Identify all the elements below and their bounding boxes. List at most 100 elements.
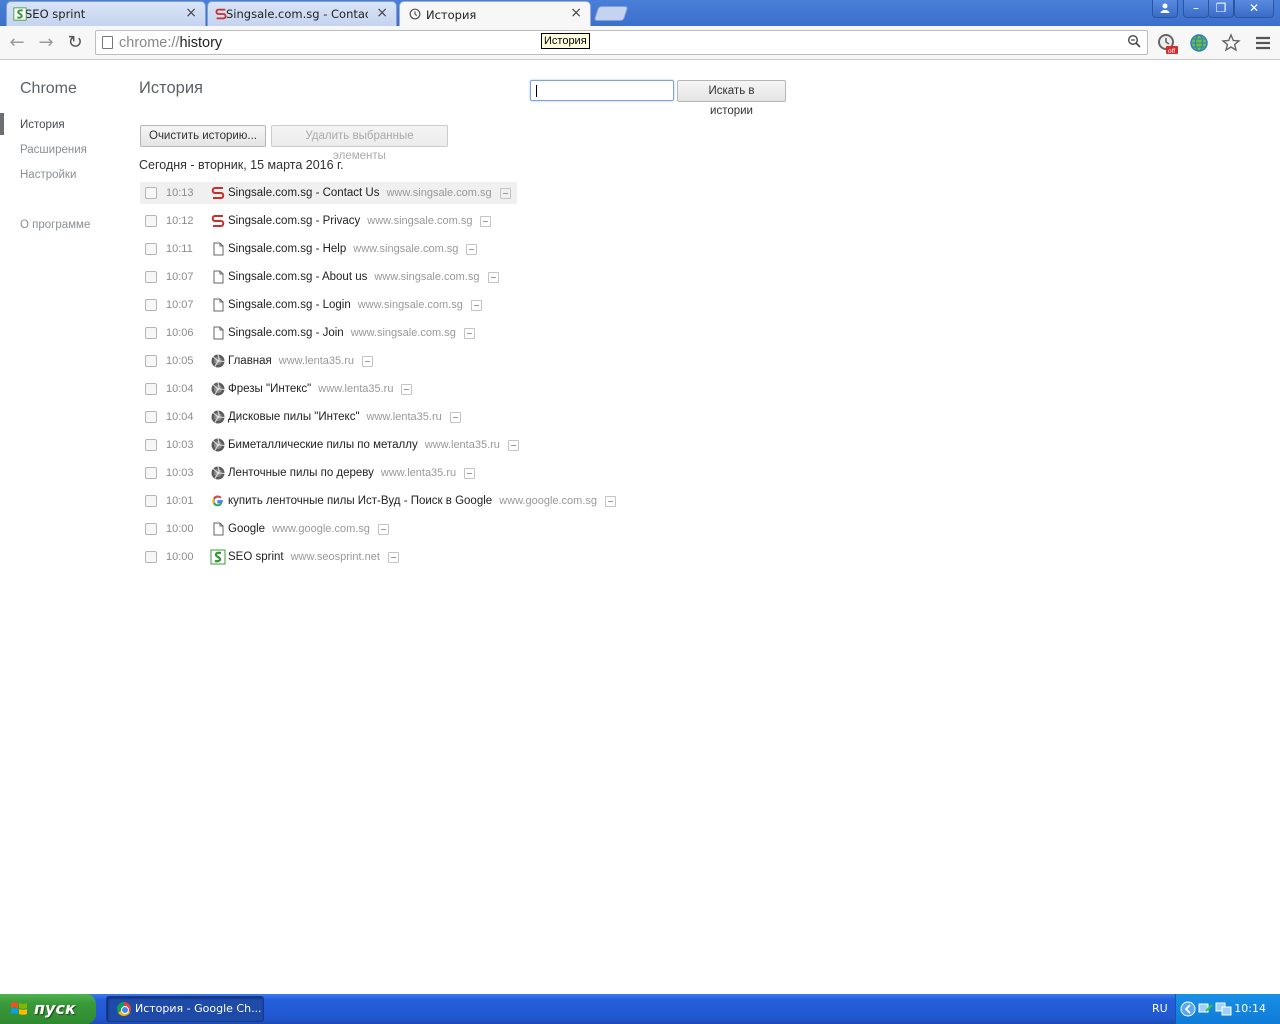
row-checkbox[interactable]	[145, 551, 157, 563]
history-entry-domain: www.singsale.com.sg	[357, 299, 463, 311]
row-checkbox[interactable]	[145, 299, 157, 311]
entry-menu-button[interactable]	[464, 467, 476, 479]
history-row[interactable]: 10:01 купить ленточные пилы Ист-Вуд - Пои…	[140, 490, 617, 512]
row-checkbox[interactable]	[145, 495, 157, 507]
history-entry-link[interactable]: Дисковые пилы "Интекс"	[228, 411, 360, 423]
close-icon[interactable]: ×	[376, 5, 388, 21]
tray-network-icon[interactable]	[1198, 1001, 1234, 1017]
history-entry-link[interactable]: Главная	[228, 355, 272, 367]
row-checkbox[interactable]	[145, 243, 157, 255]
sidebar-item-settings[interactable]: Настройки	[20, 169, 76, 181]
delete-selected-button[interactable]: Удалить выбранные элементы	[271, 125, 448, 162]
history-entry-link[interactable]: Google	[228, 523, 265, 535]
history-entry-link[interactable]: купить ленточные пилы Ист-Вуд - Поиск в …	[228, 495, 492, 507]
back-button[interactable]: ←	[6, 32, 28, 54]
reload-button[interactable]: ↻	[64, 32, 86, 54]
entry-menu-button[interactable]	[507, 439, 519, 451]
profile-icon[interactable]	[1152, 0, 1178, 18]
svg-text:off: off	[1168, 48, 1175, 54]
history-entry-link[interactable]: Singsale.com.sg - Contact Us	[228, 187, 379, 199]
start-label: пуск	[34, 999, 76, 1018]
timer-extension-icon[interactable]: off	[1156, 32, 1178, 54]
history-row[interactable]: 10:11 Singsale.com.sg - Help www.singsale.…	[140, 238, 478, 260]
row-checkbox[interactable]	[145, 523, 157, 535]
entry-menu-button[interactable]	[362, 355, 373, 367]
clear-history-button[interactable]: Очистить историю...	[140, 125, 266, 147]
row-checkbox[interactable]	[145, 439, 157, 451]
history-entry-link[interactable]: Singsale.com.sg - Join	[228, 327, 344, 339]
start-button[interactable]: пуск	[0, 994, 96, 1024]
tray-expand-icon[interactable]	[1180, 1001, 1196, 1017]
tab-history[interactable]: История ×	[399, 1, 591, 27]
sidebar-item-history[interactable]: История	[20, 119, 65, 131]
history-row[interactable]: 10:07 Singsale.com.sg - Login www.singsale…	[140, 294, 482, 316]
entry-menu-button[interactable]	[470, 299, 482, 311]
history-entry-link[interactable]: Singsale.com.sg - Privacy	[228, 215, 360, 227]
entry-menu-button[interactable]	[605, 495, 617, 507]
globe-extension-icon[interactable]	[1188, 32, 1210, 54]
address-bar[interactable]: chrome://history	[95, 30, 1148, 55]
zoom-icon[interactable]	[1127, 34, 1141, 52]
bookmark-star-icon[interactable]	[1220, 32, 1242, 54]
new-tab-button[interactable]	[593, 6, 629, 21]
close-window-button[interactable]: ✕	[1234, 0, 1274, 18]
entry-menu-button[interactable]	[377, 523, 389, 535]
sidebar-item-about[interactable]: О программе	[20, 219, 90, 231]
entry-menu-button[interactable]	[387, 551, 399, 563]
history-row[interactable]: 10:13 Singsale.com.sg - Contact Us www.sin…	[140, 182, 517, 204]
history-row[interactable]: 10:12 Singsale.com.sg - Privacy www.singsa…	[140, 210, 492, 232]
history-entry-link[interactable]: Singsale.com.sg - About us	[228, 271, 367, 283]
visit-time: 10:06	[166, 327, 194, 339]
history-row[interactable]: 10:03 Ленточные пилы по дереву www.lenta35…	[140, 462, 476, 484]
history-entry-link[interactable]: Ленточные пилы по дереву	[228, 467, 374, 479]
history-row[interactable]: 10:04 Фрезы "Интекс" www.lenta35.ru	[140, 378, 413, 400]
minimize-button[interactable]: –	[1183, 0, 1209, 18]
menu-icon[interactable]	[1252, 32, 1274, 54]
sidebar-item-extensions[interactable]: Расширения	[20, 144, 87, 156]
history-row[interactable]: 10:06 Singsale.com.sg - Join www.singsale.…	[140, 322, 475, 344]
taskbar-chrome-window[interactable]: История - Google Ch...	[106, 996, 264, 1022]
page-icon	[213, 298, 224, 312]
close-icon[interactable]: ×	[185, 5, 197, 21]
history-entry-link[interactable]: Singsale.com.sg - Help	[228, 243, 346, 255]
row-checkbox[interactable]	[145, 467, 157, 479]
history-row[interactable]: 10:05 Главная www.lenta35.ru	[140, 350, 373, 372]
history-row[interactable]: 10:07 Singsale.com.sg - About us www.sings…	[140, 266, 499, 288]
history-entry-link[interactable]: Фрезы "Интекс"	[228, 383, 311, 395]
search-input[interactable]	[530, 80, 674, 101]
tab-seo-sprint[interactable]: SEO sprint ×	[6, 1, 206, 26]
row-checkbox[interactable]	[145, 271, 157, 283]
tab-singsale[interactable]: Singsale.com.sg - Contact Us ×	[207, 1, 397, 26]
close-icon[interactable]: ×	[570, 5, 582, 21]
history-row[interactable]: 10:04 Дисковые пилы "Интекс" www.lenta35.r…	[140, 406, 461, 428]
entry-menu-button[interactable]	[449, 411, 461, 423]
visit-time: 10:01	[166, 495, 194, 507]
search-history-button[interactable]: Искать в истории	[677, 80, 786, 117]
history-entry-link[interactable]: Singsale.com.sg - Login	[228, 299, 351, 311]
visit-time: 10:04	[166, 411, 194, 423]
restore-button[interactable]: ❐	[1208, 0, 1234, 18]
row-checkbox[interactable]	[145, 327, 157, 339]
history-entry-link[interactable]: SEO sprint	[228, 551, 284, 563]
row-checkbox[interactable]	[145, 215, 157, 227]
entry-menu-button[interactable]	[401, 383, 413, 395]
entry-menu-button[interactable]	[466, 243, 478, 255]
entry-menu-button[interactable]	[487, 271, 499, 283]
forward-button[interactable]: →	[35, 32, 57, 54]
entry-menu-button[interactable]	[480, 215, 492, 227]
history-row[interactable]: 10:00 SEO sprint www.seosprint.net	[140, 546, 399, 568]
row-checkbox[interactable]	[145, 411, 157, 423]
history-row[interactable]: 10:00 Google www.google.com.sg	[140, 518, 389, 540]
visit-time: 10:13	[166, 187, 194, 199]
history-row[interactable]: 10:03 Биметаллические пилы по металлу www.…	[140, 434, 519, 456]
entry-menu-button[interactable]	[463, 327, 475, 339]
tab-title: Singsale.com.sg - Contact Us	[226, 7, 368, 21]
history-entry-link[interactable]: Биметаллические пилы по металлу	[228, 439, 418, 451]
row-checkbox[interactable]	[145, 187, 157, 199]
selected-marker	[0, 113, 4, 135]
row-checkbox[interactable]	[145, 355, 157, 367]
saw-blade-icon	[211, 382, 225, 396]
entry-menu-button[interactable]	[499, 187, 511, 199]
language-indicator[interactable]: RU	[1152, 1002, 1168, 1015]
row-checkbox[interactable]	[145, 383, 157, 395]
